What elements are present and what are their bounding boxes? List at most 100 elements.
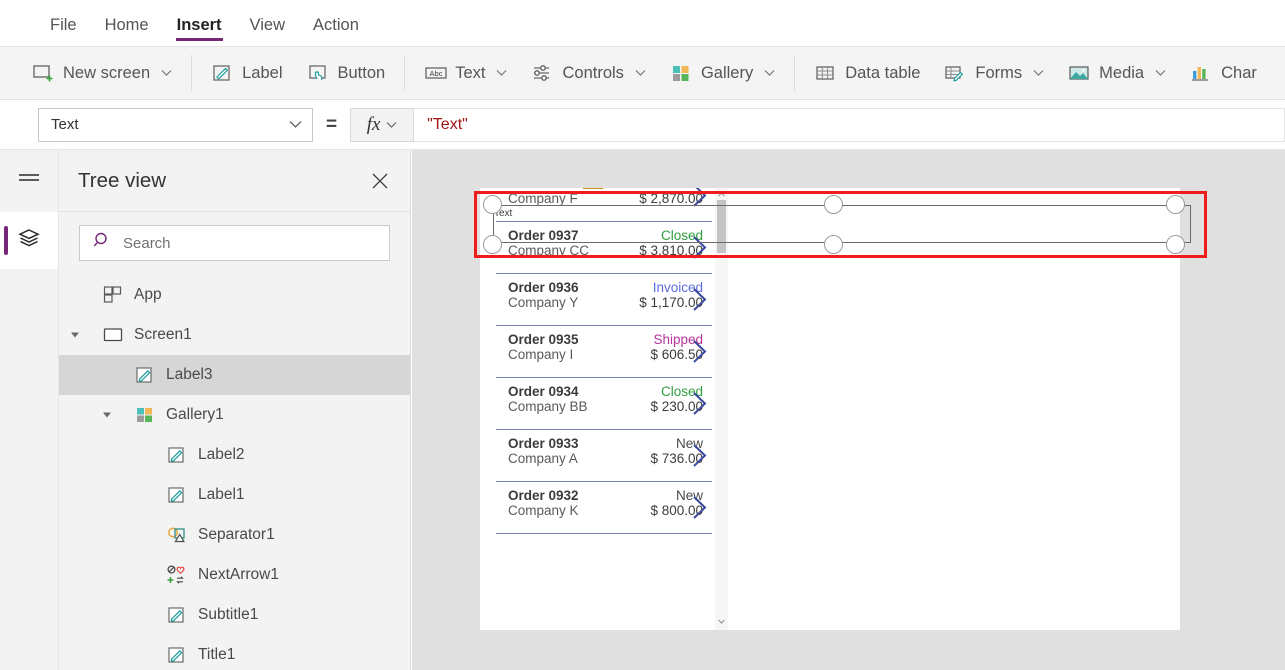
media-image-icon: [1068, 62, 1090, 84]
scroll-down-arrow-icon[interactable]: [715, 615, 728, 627]
next-arrow-icon[interactable]: [690, 442, 709, 469]
ribbon-group-controls: Abc Text Controls Gallery: [412, 47, 787, 99]
company-name: Company K: [508, 503, 579, 518]
search-container: [59, 212, 410, 271]
chevron-down-icon[interactable]: [386, 121, 397, 129]
menu-item-view[interactable]: View: [236, 0, 299, 47]
ribbon-new-screen-button[interactable]: New screen: [20, 53, 184, 93]
label-icon: [167, 645, 187, 665]
warning-icon[interactable]: [582, 188, 604, 190]
resize-handle-top-center[interactable]: [824, 195, 843, 214]
rail-tree-view-button[interactable]: [0, 212, 58, 269]
ribbon-text-button[interactable]: Abc Text: [412, 53, 519, 93]
menu-item-insert[interactable]: Insert: [163, 0, 236, 47]
screen-icon: [103, 325, 123, 345]
label-icon: [167, 485, 187, 505]
gallery-item[interactable]: Order 0934 Closed Company BB $ 230.00: [496, 378, 712, 430]
tree-item-label1[interactable]: Label1: [59, 475, 410, 515]
chevron-down-icon[interactable]: [635, 69, 646, 77]
tree-item-app[interactable]: App: [59, 275, 410, 315]
menu-item-file[interactable]: File: [36, 0, 91, 47]
chevron-down-icon[interactable]: [289, 120, 302, 129]
resize-handle-bottom-center[interactable]: [824, 235, 843, 254]
charts-icon: [1190, 62, 1212, 84]
tree-item-subtitle1[interactable]: Subtitle1: [59, 595, 410, 635]
tree-item-separator1[interactable]: Separator1: [59, 515, 410, 555]
gallery-item-row-primary: Order 0934 Closed: [496, 384, 712, 399]
search-box[interactable]: [79, 225, 390, 261]
ribbon-button-button[interactable]: Button: [295, 53, 398, 93]
chevron-down-icon[interactable]: [496, 69, 507, 77]
hamburger-icon: [16, 170, 42, 193]
menu-bar: File Home Insert View Action: [0, 0, 1285, 47]
tree-item-gallery1[interactable]: Gallery1: [59, 395, 410, 435]
chevron-down-icon[interactable]: [161, 69, 172, 77]
label-icon: [135, 365, 155, 385]
tree-item-screen1[interactable]: Screen1: [59, 315, 410, 355]
tree-item-label: Title1: [198, 646, 236, 663]
canvas-area[interactable]: Order 0938ClosedCompany F$ 2,870.00Order…: [412, 150, 1285, 670]
separator-icon: [167, 525, 187, 545]
ribbon-label: Label: [242, 63, 283, 82]
tree-item-label2[interactable]: Label2: [59, 435, 410, 475]
menu-item-home[interactable]: Home: [91, 0, 163, 47]
gallery-item-row-primary: Order 0933 New: [496, 436, 712, 451]
next-arrow-icon[interactable]: [690, 494, 709, 521]
ribbon-controls-button[interactable]: Controls: [519, 53, 657, 93]
selection-frame-label3[interactable]: Text: [474, 191, 1207, 258]
chevron-down-icon[interactable]: [1033, 69, 1044, 77]
ribbon-label: Char: [1221, 63, 1257, 82]
gallery-icon: [670, 62, 692, 84]
resize-handle-top-left[interactable]: [483, 195, 502, 214]
chevron-expanded-icon[interactable]: [67, 327, 83, 343]
ribbon-charts-button[interactable]: Char: [1178, 53, 1269, 93]
ribbon-label: Text: [455, 63, 486, 82]
resize-handle-bottom-right[interactable]: [1166, 235, 1185, 254]
close-icon[interactable]: [368, 169, 392, 193]
nextarrow-icon: [167, 565, 187, 585]
fx-button[interactable]: fx: [350, 107, 415, 142]
chevron-expanded-icon[interactable]: [99, 407, 115, 423]
label3-control-bounds[interactable]: [493, 205, 1191, 243]
next-arrow-icon[interactable]: [690, 286, 709, 313]
ribbon-forms-button[interactable]: Forms: [932, 53, 1056, 93]
gallery-item[interactable]: Order 0933 New Company A $ 736.00: [496, 430, 712, 482]
company-name: Company I: [508, 347, 574, 362]
tree-arrow-placeholder: [131, 447, 147, 463]
property-dropdown[interactable]: Text: [38, 107, 313, 142]
ribbon-group-data: Data table Forms Media Char: [802, 47, 1269, 99]
chevron-down-icon[interactable]: [764, 69, 775, 77]
resize-handle-top-right[interactable]: [1166, 195, 1185, 214]
tree-item-label: Label2: [198, 446, 245, 463]
gallery-item[interactable]: Order 0936 Invoiced Company Y $ 1,170.00: [496, 274, 712, 326]
new-screen-icon: [32, 62, 54, 84]
hamburger-menu-button[interactable]: [0, 150, 58, 212]
ribbon-label: New screen: [63, 63, 151, 82]
ribbon-media-button[interactable]: Media: [1056, 53, 1178, 93]
label-icon: [211, 62, 233, 84]
next-arrow-icon[interactable]: [690, 390, 709, 417]
tree-arrow-placeholder: [131, 527, 147, 543]
ribbon-label: Gallery: [700, 63, 754, 82]
tree-item-title1[interactable]: Title1: [59, 635, 410, 670]
search-input[interactable]: [123, 234, 389, 252]
chevron-down-icon[interactable]: [1155, 69, 1166, 77]
equals-sign: =: [326, 113, 338, 135]
ribbon-gallery-button[interactable]: Gallery: [658, 53, 787, 93]
resize-handle-bottom-left[interactable]: [483, 235, 502, 254]
gallery-item[interactable]: Order 0935 Shipped Company I $ 606.50: [496, 326, 712, 378]
gallery-item-row-secondary: Company I $ 606.50: [496, 347, 712, 362]
ribbon-data-table-button[interactable]: Data table: [802, 53, 932, 93]
power-apps-studio: FileHomeInsertViewAction New screen: [0, 0, 1285, 670]
next-arrow-icon[interactable]: [690, 338, 709, 365]
insert-ribbon: New screen Label Button Abc Text Control…: [0, 47, 1285, 100]
tree-item-nextarrow1[interactable]: NextArrow1: [59, 555, 410, 595]
ribbon-label: Button: [337, 63, 386, 82]
ribbon-label-button[interactable]: Label: [199, 53, 294, 93]
menu-item-action[interactable]: Action: [299, 0, 373, 47]
ribbon-label: Controls: [562, 63, 624, 82]
company-name: Company Y: [508, 295, 579, 310]
tree-item-label3[interactable]: Label3: [59, 355, 410, 395]
gallery-item[interactable]: Order 0932 New Company K $ 800.00: [496, 482, 712, 534]
formula-input[interactable]: "Text": [414, 107, 1285, 142]
